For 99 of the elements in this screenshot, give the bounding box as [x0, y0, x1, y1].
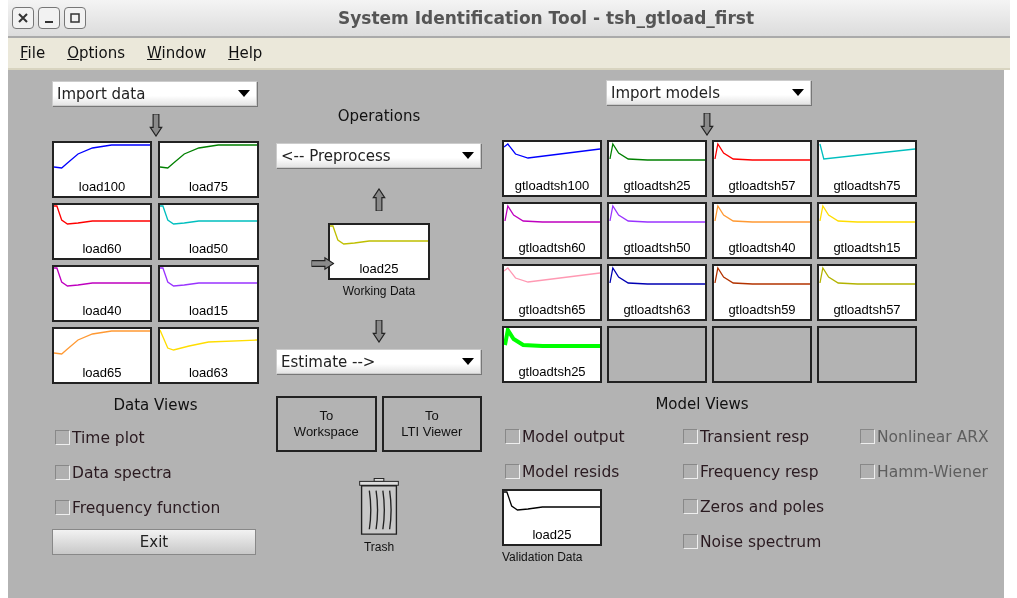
checkbox[interactable]: [505, 464, 520, 479]
checkbox-label: Noise spectrum: [700, 532, 822, 551]
caret-icon: [238, 90, 250, 97]
plot-tile[interactable]: load40: [52, 265, 152, 322]
export-button[interactable]: To LTI Viewer: [381, 396, 482, 452]
checkbox-label: Data spectra: [72, 463, 172, 482]
plot-tile[interactable]: gtloadtsh63: [607, 264, 707, 321]
plot-tile[interactable]: gtloadtsh15: [817, 202, 917, 259]
checkbox[interactable]: [683, 429, 698, 444]
tile-label: gtloadtsh57: [728, 178, 796, 194]
plot-tile[interactable]: load100: [52, 141, 152, 198]
caret-icon: [792, 89, 804, 96]
plot-tile[interactable]: load60: [52, 203, 152, 260]
plot-tile[interactable]: gtloadtsh57: [817, 264, 917, 321]
plot-tile[interactable]: load75: [158, 141, 259, 198]
tile-label: load25: [359, 261, 399, 277]
plot-tile[interactable]: load63: [158, 327, 259, 384]
checkbox-label: Model resids: [522, 462, 620, 481]
plot-tile[interactable]: load25: [502, 489, 602, 546]
menu-item[interactable]: Options: [67, 44, 125, 62]
plot-tile[interactable]: gtloadtsh57: [712, 140, 812, 197]
tile-label: load15: [188, 303, 228, 319]
checkbox[interactable]: [55, 500, 70, 515]
export-button[interactable]: To Workspace: [276, 396, 377, 452]
tile-label: load40: [82, 303, 122, 319]
section-title: Operations: [337, 107, 421, 125]
plot-tile[interactable]: gtloadtsh65: [502, 264, 602, 321]
plot-tile[interactable]: load25: [328, 223, 430, 280]
tile-label: gtloadtsh50: [623, 240, 691, 256]
section-title: Data Views: [113, 396, 198, 414]
tile-label: load75: [188, 179, 228, 195]
plot-tile[interactable]: gtloadtsh25: [607, 140, 707, 197]
tile-label: gtloadtsh25: [518, 364, 586, 380]
plot-tile[interactable]: gtloadtsh59: [712, 264, 812, 321]
exit-button[interactable]: Exit: [52, 529, 256, 555]
plot-tile[interactable]: load15: [158, 265, 259, 322]
plot-tile[interactable]: gtloadtsh100: [502, 140, 602, 197]
plot-tile[interactable]: gtloadtsh60: [502, 202, 602, 259]
checkbox[interactable]: [505, 429, 520, 444]
checkbox[interactable]: [683, 499, 698, 514]
arrow-icon: [148, 114, 163, 137]
tile-label: gtloadtsh75: [833, 178, 901, 194]
minimize-icon: [44, 21, 54, 23]
plot-tile[interactable]: load50: [158, 203, 259, 260]
arrow-icon: [372, 188, 386, 211]
plot-tile[interactable]: gtloadtsh75: [817, 140, 917, 197]
tile-label: gtloadtsh15: [833, 240, 901, 256]
caret-icon: [462, 152, 474, 159]
window-title: System Identification Tool - tsh_gtload_first: [338, 8, 755, 28]
tile-label: load63: [188, 365, 228, 381]
arrow-icon: [700, 113, 714, 136]
trash-icon[interactable]: [357, 478, 401, 536]
tile-label: gtloadtsh65: [518, 302, 586, 318]
plot-tile[interactable]: gtloadtsh50: [607, 202, 707, 259]
checkbox-label: Transient resp: [700, 427, 810, 446]
close-icon: [18, 13, 28, 23]
checkbox-label: Zeros and poles: [700, 497, 824, 516]
menu-item[interactable]: File: [20, 44, 46, 62]
tile-label: load50: [188, 241, 228, 257]
tile-label: load60: [82, 241, 122, 257]
plot-tile[interactable]: load65: [52, 327, 152, 384]
tile-label: gtloadtsh63: [623, 302, 691, 318]
checkbox[interactable]: [55, 465, 70, 480]
checkbox[interactable]: [55, 430, 70, 445]
checkbox-label: Time plot: [72, 428, 145, 447]
tile-label: load100: [78, 179, 126, 195]
trash-label: Trash: [363, 540, 395, 554]
tile-label: load25: [532, 527, 572, 543]
tile-caption: Validation Data: [502, 550, 583, 564]
minimize-button[interactable]: [38, 7, 60, 29]
tile-label: gtloadtsh25: [623, 178, 691, 194]
tile-label: gtloadtsh100: [514, 178, 590, 194]
checkbox-label: Hamm-Wiener: [877, 462, 988, 481]
maximize-icon: [70, 13, 80, 23]
tile-label: gtloadtsh57: [833, 302, 901, 318]
tile-label: gtloadtsh60: [518, 240, 586, 256]
checkbox-label: Frequency resp: [700, 462, 819, 481]
checkbox[interactable]: [683, 464, 698, 479]
checkbox-label: Nonlinear ARX: [877, 427, 989, 446]
menu-item[interactable]: Help: [228, 44, 263, 62]
dropdown[interactable]: Import data: [52, 81, 257, 106]
dropdown[interactable]: Import models: [606, 80, 811, 105]
checkbox[interactable]: [683, 534, 698, 549]
dropdown[interactable]: Estimate -->: [276, 349, 481, 374]
maximize-button[interactable]: [64, 7, 86, 29]
tile-caption: Working Data: [342, 284, 416, 298]
checkbox-label: Model output: [522, 427, 625, 446]
tile-label: gtloadtsh59: [728, 302, 796, 318]
section-title: Model Views: [655, 395, 749, 413]
close-button[interactable]: [12, 7, 34, 29]
menu-item[interactable]: Window: [147, 44, 207, 62]
plot-tile[interactable]: gtloadtsh40: [712, 202, 812, 259]
caret-icon: [462, 358, 474, 365]
tile-label: gtloadtsh40: [728, 240, 796, 256]
tile-label: load65: [82, 365, 122, 381]
plot-tile[interactable]: gtloadtsh25: [502, 326, 602, 383]
arrow-icon: [372, 320, 386, 343]
checkbox-label: Frequency function: [72, 498, 221, 517]
dropdown[interactable]: <-- Preprocess: [276, 143, 481, 168]
